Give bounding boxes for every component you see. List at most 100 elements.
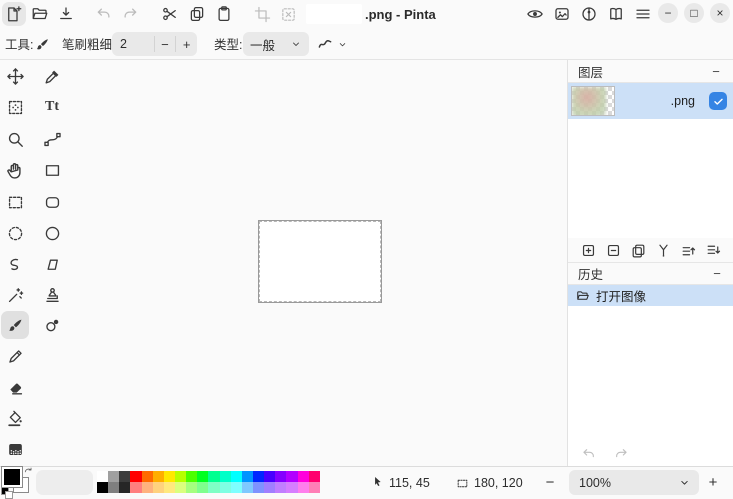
palette-swatch[interactable] <box>275 482 286 493</box>
blend-type-dropdown[interactable]: 一般 <box>243 32 309 56</box>
palette-swatch[interactable] <box>197 471 208 482</box>
palette-swatch[interactable] <box>142 482 153 493</box>
duplicate-layer-button[interactable] <box>627 239 649 261</box>
palette-swatch[interactable] <box>97 471 108 482</box>
add-layer-button[interactable] <box>577 239 599 261</box>
copy-button[interactable] <box>185 2 209 26</box>
palette-swatch[interactable] <box>208 471 219 482</box>
new-image-button[interactable] <box>2 2 26 26</box>
layer-row[interactable]: .png <box>568 83 733 119</box>
palette-swatch[interactable] <box>153 471 164 482</box>
open-image-button[interactable] <box>28 2 52 26</box>
view-menu-button[interactable] <box>523 2 547 26</box>
tool-color-picker[interactable] <box>38 62 66 90</box>
zoom-out-button[interactable]: − <box>537 469 563 495</box>
history-redo-button[interactable] <box>610 443 632 465</box>
palette-swatch[interactable] <box>108 471 119 482</box>
palette-swatch[interactable] <box>275 471 286 482</box>
foreground-color-swatch[interactable] <box>2 467 22 487</box>
zoom-in-button[interactable]: + <box>700 469 726 495</box>
history-undo-button[interactable] <box>578 443 600 465</box>
delete-layer-button[interactable] <box>602 239 624 261</box>
effects-menu-button[interactable] <box>604 2 628 26</box>
crop-to-selection-button[interactable] <box>250 2 274 26</box>
stroke-style-button[interactable] <box>313 32 337 56</box>
tool-freeform-shape[interactable] <box>38 250 66 278</box>
tool-gradient[interactable] <box>1 435 29 463</box>
cut-button[interactable] <box>158 2 182 26</box>
tool-eraser[interactable] <box>1 373 29 401</box>
palette-swatch[interactable] <box>298 482 309 493</box>
undo-button[interactable] <box>92 2 116 26</box>
palette-swatch[interactable] <box>309 471 320 482</box>
palette-swatch[interactable] <box>108 482 119 493</box>
close-button[interactable]: × <box>710 3 730 23</box>
save-image-button[interactable] <box>54 2 78 26</box>
tool-ellipse-select[interactable] <box>1 219 29 247</box>
tool-pan[interactable] <box>1 156 29 184</box>
paste-button[interactable] <box>212 2 236 26</box>
palette-swatch[interactable] <box>208 482 219 493</box>
palette-swatch[interactable] <box>186 471 197 482</box>
redo-button[interactable] <box>118 2 142 26</box>
palette-swatch[interactable] <box>231 471 242 482</box>
palette-swatch[interactable] <box>119 471 130 482</box>
deselect-button[interactable] <box>276 2 300 26</box>
stroke-style-dropdown[interactable] <box>335 37 349 51</box>
merge-layer-down-button[interactable] <box>653 239 675 261</box>
tool-lasso-select[interactable] <box>1 250 29 278</box>
palette-swatch[interactable] <box>286 471 297 482</box>
history-collapse-button[interactable]: − <box>710 266 724 281</box>
layer-visible-checkbox[interactable] <box>709 92 727 110</box>
palette-swatch[interactable] <box>164 482 175 493</box>
tool-clone-stamp[interactable] <box>38 281 66 309</box>
palette-swatch[interactable] <box>97 482 108 493</box>
palette-swatch[interactable] <box>242 471 253 482</box>
tool-move-selected[interactable] <box>1 62 29 90</box>
brush-width-decrease-button[interactable]: − <box>155 32 176 56</box>
palette-swatch[interactable] <box>220 482 231 493</box>
palette-swatch[interactable] <box>142 471 153 482</box>
minimize-button[interactable]: − <box>658 3 678 23</box>
brush-width-value[interactable]: 2 <box>112 37 154 51</box>
palette-swatch[interactable] <box>186 482 197 493</box>
palette-swatch[interactable] <box>130 482 141 493</box>
tool-move-selection[interactable] <box>1 93 29 121</box>
palette-swatch[interactable] <box>253 482 264 493</box>
tool-pencil[interactable] <box>1 342 29 370</box>
maximize-button[interactable]: □ <box>684 3 704 23</box>
main-menu-button[interactable] <box>631 2 655 26</box>
move-layer-up-button[interactable] <box>678 239 700 261</box>
recent-colors-box[interactable] <box>36 470 93 495</box>
history-item[interactable]: 打开图像 <box>568 285 733 306</box>
layers-collapse-button[interactable]: − <box>709 64 723 79</box>
palette-swatch[interactable] <box>286 482 297 493</box>
palette-swatch[interactable] <box>220 471 231 482</box>
tool-ellipse[interactable] <box>38 219 66 247</box>
tool-recolor[interactable] <box>38 311 66 339</box>
tool-line-curve[interactable] <box>38 125 66 153</box>
move-layer-down-button[interactable] <box>703 239 725 261</box>
palette-swatch[interactable] <box>242 482 253 493</box>
zoom-level-dropdown[interactable]: 100% <box>569 470 699 495</box>
palette-swatch[interactable] <box>153 482 164 493</box>
canvas[interactable] <box>258 220 382 303</box>
brush-width-increase-button[interactable]: + <box>176 32 197 56</box>
palette-swatch[interactable] <box>164 471 175 482</box>
swap-colors-icon[interactable] <box>23 465 34 476</box>
palette-swatch[interactable] <box>264 471 275 482</box>
palette-swatch[interactable] <box>264 482 275 493</box>
tool-rectangle-select[interactable] <box>1 188 29 216</box>
adjustments-menu-button[interactable] <box>577 2 601 26</box>
palette-swatch[interactable] <box>130 471 141 482</box>
palette-swatch[interactable] <box>298 471 309 482</box>
tool-magic-wand[interactable] <box>1 281 29 309</box>
palette-swatch[interactable] <box>119 482 130 493</box>
tool-zoom[interactable] <box>1 125 29 153</box>
palette-swatch[interactable] <box>175 482 186 493</box>
palette-swatch[interactable] <box>175 471 186 482</box>
image-menu-button[interactable] <box>550 2 574 26</box>
tool-rectangle[interactable] <box>38 156 66 184</box>
foreground-background-colors[interactable] <box>2 467 36 497</box>
brush-width-spinner[interactable]: 2 − + <box>112 32 197 56</box>
